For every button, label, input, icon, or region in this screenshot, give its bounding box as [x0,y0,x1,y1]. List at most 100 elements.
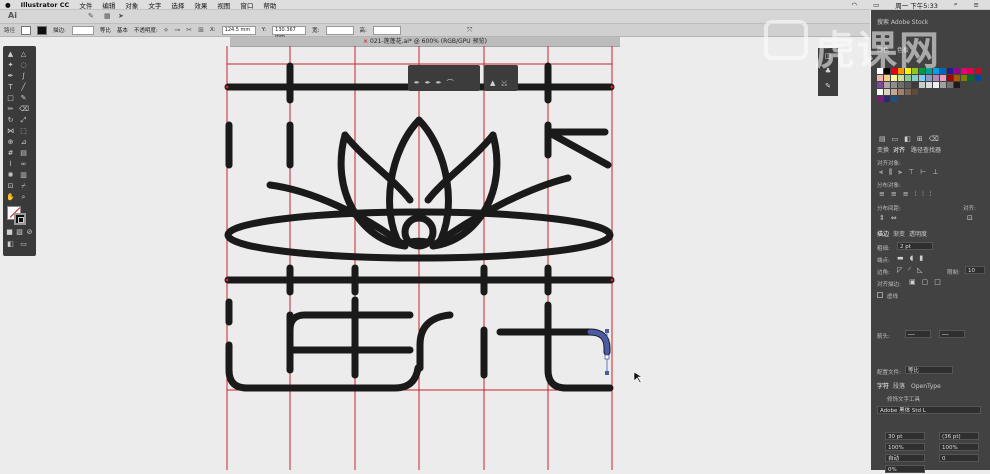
ref-point-icon[interactable]: ⊞ [198,26,204,34]
slice-tool-icon[interactable]: ⌿ [19,182,28,191]
scale-tool-icon[interactable]: ⤢ [19,116,28,125]
gradient-mode-icon[interactable]: ▧ [15,228,24,237]
horizontal-scale-field[interactable]: 100% [939,443,979,451]
curve-anchor-icon[interactable]: ⌒ [447,79,454,87]
leading-field[interactable]: (36 pt) [939,432,979,440]
menu-edit[interactable]: 编辑 [102,0,115,10]
stroke-weight-field[interactable]: 2 pt [897,242,933,250]
blend-tool-icon[interactable]: ∞ [19,160,28,169]
dist-right-icon[interactable]: ⦙ [930,190,932,199]
h-field[interactable] [372,25,401,35]
graph-tool-icon[interactable]: ▥ [19,171,28,180]
search-icon[interactable]: ⌕ [954,0,958,9]
basic-label[interactable]: 基本 [117,26,128,34]
align-vcenter-icon[interactable]: ⊢ [920,168,926,177]
color-mode-icon[interactable]: ■ [5,228,14,237]
curvature-tool-icon[interactable]: ∫ [19,72,28,81]
pen-tool-icon[interactable]: ✒ [6,72,15,81]
magic-wand-tool-icon[interactable]: ✦ [6,61,15,70]
paintbrush-tool-icon[interactable]: ✎ [19,94,28,103]
mesh-tool-icon[interactable]: # [6,149,15,158]
eraser-tool-icon[interactable]: ⌫ [19,105,29,114]
align-to-selection-icon[interactable]: ⊡ [967,214,973,222]
dist-left-icon[interactable]: ⦙ [915,190,917,199]
align-top-icon[interactable]: ⊤ [908,168,914,177]
limit-field[interactable]: 10 [965,266,985,274]
swatch-options-icon[interactable]: ◧ [904,135,911,143]
perspective-grid-tool-icon[interactable]: ⊿ [19,138,28,147]
shape-builder-tool-icon[interactable]: ⊕ [6,138,15,147]
tab-character[interactable]: 字符 [877,382,889,392]
swatch-library-icon[interactable]: ▤ [879,135,886,143]
menu-effect[interactable]: 效果 [194,0,207,10]
brushes-icon[interactable]: ✎ [823,81,833,91]
tab-align[interactable]: 对齐 [893,146,905,156]
align-right-icon[interactable]: ⫸ [898,168,902,177]
rectangle-tool-icon[interactable]: □ [6,94,15,103]
arrow-start-select[interactable]: ── [905,330,931,338]
width-tool-icon[interactable]: ⋈ [6,127,15,136]
dist-hcenter-icon[interactable]: ⦙ [922,190,924,199]
stroke-weight-field[interactable] [71,25,94,35]
tab-stroke[interactable]: 描边 [877,230,889,240]
clock-status[interactable]: 周一 下午5:33 [895,0,938,10]
transform-icon[interactable]: ⤧ [467,26,473,35]
type-tool-icon[interactable]: T [6,83,15,92]
dist-vcenter-icon[interactable]: ≡ [891,190,897,199]
bevel-join-icon[interactable]: ◺ [917,266,922,274]
artboard-canvas[interactable] [36,46,869,470]
miter-join-icon[interactable]: ◸ [897,266,902,274]
menu-help[interactable]: 帮助 [263,0,276,10]
close-path-icon[interactable]: ⤩ [501,79,507,87]
screen-mode-icon[interactable]: ▭ [19,240,28,249]
hand-tool-icon[interactable]: ✋ [6,193,15,202]
selection-tool-icon[interactable]: ▲ [6,50,15,59]
tab-swatches[interactable]: 色板 [897,46,909,56]
selected-segment[interactable] [587,329,610,375]
brush-icon[interactable]: ✎ [88,12,94,20]
symbols-icon[interactable]: ♣ [823,66,833,76]
direct-selection-tool-icon[interactable]: △ [19,50,28,59]
arrow-end-select[interactable]: ── [939,330,965,338]
send-icon[interactable]: ➤ [118,12,124,20]
wifi-icon[interactable]: ◠ [851,1,857,9]
anchor-convert-icon[interactable]: ⟡ [164,26,169,35]
projecting-cap-icon[interactable]: ▮ [919,254,923,262]
font-size-field[interactable]: 30 pt [885,432,925,440]
delete-anchor-icon[interactable]: ✒ [425,79,431,87]
add-anchor-icon[interactable]: ✒ [414,79,420,87]
dist-bottom-icon[interactable]: ≡ [903,190,909,199]
lasso-tool-icon[interactable]: ◌ [19,61,28,70]
vertical-scale-field[interactable]: 100% [885,443,925,451]
x-field[interactable]: 124.5 mm [221,25,256,35]
align-bottom-icon[interactable]: ⊥ [932,168,938,177]
swatch-folder-icon[interactable]: ▭ [892,135,899,143]
artboard-tool-icon[interactable]: ⊡ [6,182,15,191]
swatch-grid[interactable] [877,68,987,118]
zoom-tool-icon[interactable]: ⌕ [19,193,28,202]
stroke-swatch[interactable] [37,25,48,35]
stroke-center-icon[interactable]: ▣ [909,278,916,286]
stroke-color-icon[interactable] [14,213,26,225]
touch-type-tool-label[interactable]: 修饰文字工具 [887,395,920,403]
tab-paragraph[interactable]: 段落 [893,382,905,392]
stroke-inside-icon[interactable]: ▢ [922,278,929,286]
menu-view[interactable]: 视图 [217,0,230,10]
uniform-label[interactable]: 等比 [100,26,111,34]
handle-icon[interactable]: ⊸ [174,26,180,34]
y-field[interactable]: 130.367 mm [272,25,307,40]
tracking-field[interactable]: 0 [939,454,979,462]
delete-swatch-icon[interactable]: ⌫ [929,135,939,143]
align-hcenter-icon[interactable]: ⫼ [889,168,892,177]
line-tool-icon[interactable]: ╱ [19,83,28,92]
new-swatch-icon[interactable]: ⊞ [917,135,923,143]
spacing-h-icon[interactable]: ⇔ [891,214,897,222]
cut-path-icon[interactable]: ✂ [186,26,192,34]
round-cap-icon[interactable]: ◖ [910,254,914,262]
font-family-select[interactable]: Adobe 黑体 Std L [877,406,981,414]
search-stock-field[interactable]: 搜索 Adobe Stock [877,18,928,28]
fill-swatch[interactable] [21,25,32,35]
align-left-icon[interactable]: ⫷ [879,168,883,177]
w-field[interactable] [325,25,354,35]
tab-transparency[interactable]: 透明度 [909,230,927,240]
